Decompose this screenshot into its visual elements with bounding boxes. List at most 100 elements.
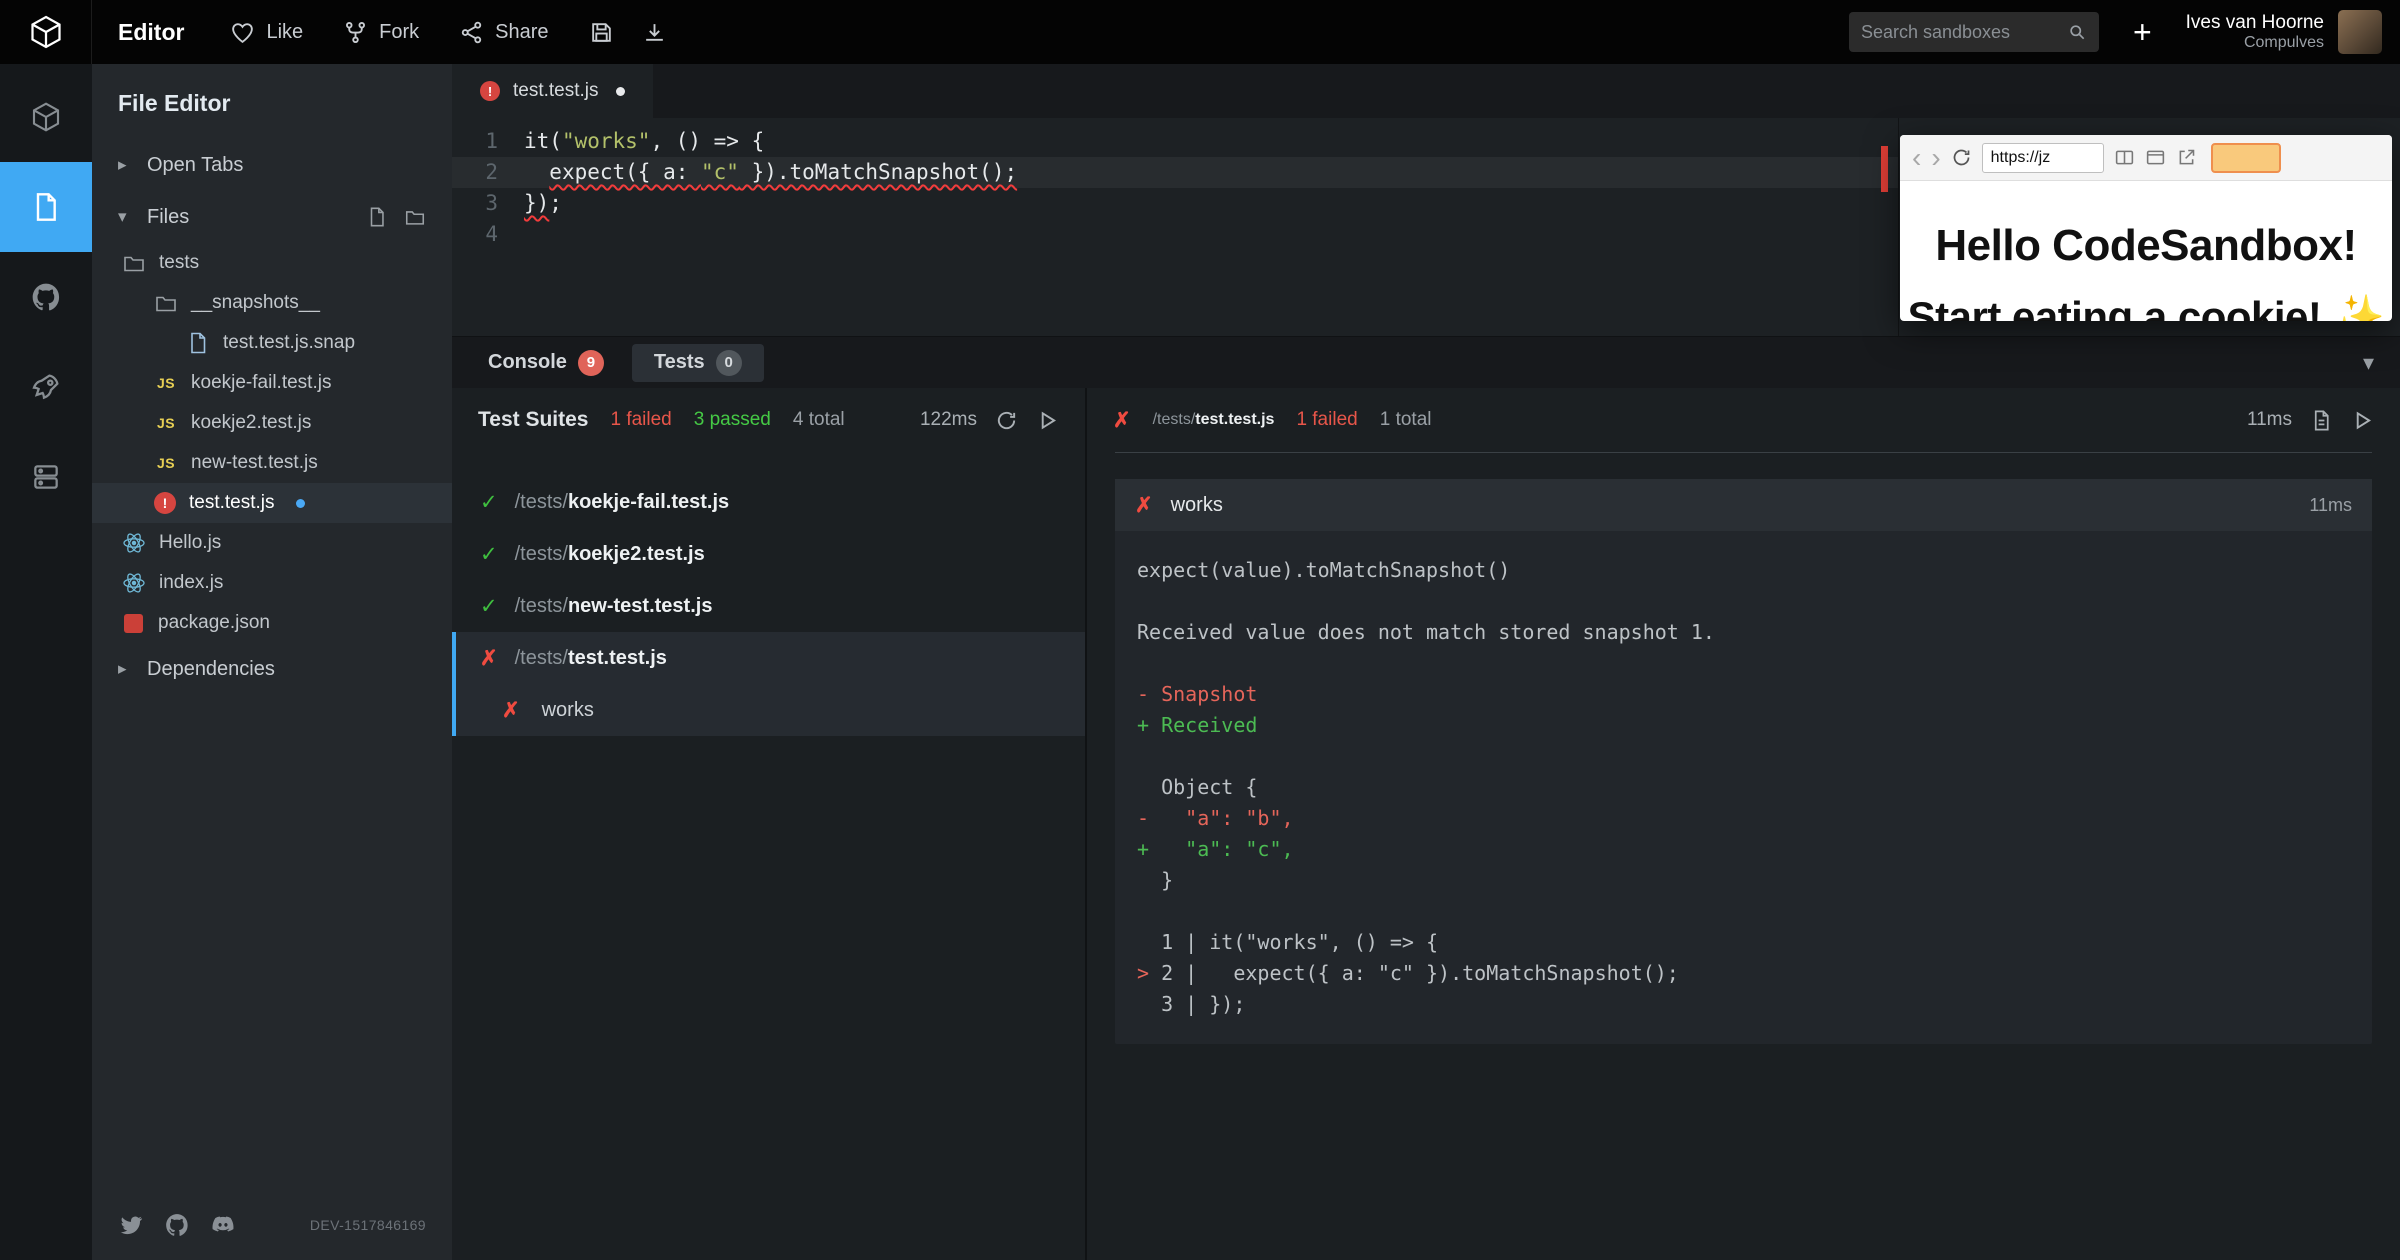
suite-row[interactable]: ✗ /tests/test.test.js (452, 632, 1085, 684)
floppy-icon (589, 20, 614, 45)
code-line: 3}); (452, 188, 1898, 219)
file-tree-item[interactable]: JS koekje2.test.js (92, 403, 452, 443)
suite-row[interactable]: ✓ /tests/koekje2.test.js (452, 528, 1085, 580)
discord-icon[interactable] (210, 1212, 236, 1238)
rail-file-editor-item[interactable] (0, 162, 92, 252)
output-token: > (1137, 961, 1150, 985)
test-name: works (541, 698, 594, 721)
folder-icon (154, 291, 178, 315)
github-icon[interactable] (164, 1212, 190, 1238)
like-label: Like (266, 20, 304, 43)
twitter-icon[interactable] (118, 1212, 144, 1238)
panel-tab-console[interactable]: Console 9 (466, 344, 626, 382)
file-tree-item[interactable]: tests (92, 243, 452, 283)
preview-subheading: Start eating a cookie! ✨ (1907, 293, 2385, 321)
suite-path: /tests/test.test.js (515, 647, 667, 670)
suite-list: ✓ /tests/koekje-fail.test.js ✓ /tests/koekj… (452, 452, 1085, 736)
collapse-panel-icon[interactable]: ▾ (2363, 350, 2374, 376)
back-icon[interactable]: ‹ (1912, 143, 1921, 172)
new-folder-icon[interactable] (404, 206, 426, 228)
output-line: + Received (1137, 710, 2350, 741)
file-tree-item[interactable]: Hello.js (92, 523, 452, 563)
file-tree-item[interactable]: JS koekje-fail.test.js (92, 363, 452, 403)
user-menu[interactable]: Ives van Hoorne Compulves (2186, 12, 2324, 52)
open-file-icon[interactable] (2310, 409, 2333, 432)
file-tree-item[interactable]: __snapshots__ (92, 283, 452, 323)
heart-icon (230, 20, 255, 45)
run-tests-icon[interactable] (1036, 409, 1059, 432)
failed-test-header[interactable]: ✗ works 11ms (1115, 479, 2372, 531)
like-button[interactable]: Like (230, 20, 303, 45)
error-ruler-mark (1881, 146, 1888, 192)
browser-navbar: ‹ › (1900, 135, 2392, 181)
panel-tab-tests[interactable]: Tests 0 (631, 343, 764, 382)
test-row[interactable]: ✗ works (452, 684, 1085, 736)
suite-path: /tests/koekje2.test.js (515, 543, 705, 566)
test-suites-pane: Test Suites 1 failed 3 passed 4 total 12… (452, 388, 1087, 1260)
run-suite-icon[interactable] (2351, 409, 2374, 432)
files-section[interactable]: ▾ Files (92, 191, 452, 243)
suite-path: /tests/new-test.test.js (515, 595, 713, 618)
panel-tab-badge: 0 (715, 349, 742, 376)
file-tree-item[interactable]: ! test.test.js (92, 483, 452, 523)
rail-github-item[interactable] (0, 252, 92, 342)
dependencies-section[interactable]: ▸ Dependencies (92, 643, 452, 695)
output-token: Object { (1137, 775, 1258, 799)
code-text: it("works", () => { (524, 126, 764, 157)
suite-row[interactable]: ✓ /tests/new-test.test.js (452, 580, 1085, 632)
test-name: works (1170, 493, 1223, 516)
file-tree-item[interactable]: index.js (92, 563, 452, 603)
share-button[interactable]: Share (459, 20, 549, 45)
tab-label: test.test.js (513, 80, 599, 101)
new-file-icon[interactable] (366, 206, 388, 228)
suite-dir: /tests/ (514, 490, 568, 513)
test-suites-header: Test Suites 1 failed 3 passed 4 total 12… (452, 388, 1085, 452)
line-number: 4 (485, 222, 498, 246)
suite-row[interactable]: ✓ /tests/koekje-fail.test.js (452, 476, 1085, 528)
code-text: expect({ a: "c" }).toMatchSnapshot(); (524, 157, 1017, 188)
forward-icon[interactable]: › (1931, 143, 1940, 172)
code-token: , () => { (650, 129, 765, 153)
open-external-icon[interactable] (2176, 147, 2197, 168)
fork-button[interactable]: Fork (343, 20, 419, 45)
rail-sandbox-item[interactable] (0, 72, 92, 162)
open-tabs-section[interactable]: ▸ Open Tabs (92, 139, 452, 191)
suite-file: test.test.js (1195, 411, 1275, 428)
fork-icon (343, 20, 368, 45)
line-number: 2 (485, 160, 498, 184)
details-total-count: 1 total (1379, 409, 1432, 430)
code-token: "c" (701, 160, 739, 184)
server-icon (30, 461, 62, 493)
pass-icon: ✓ (480, 594, 498, 618)
codesandbox-logo[interactable] (0, 0, 92, 64)
code-line: 1 it("works", () => { (452, 126, 1898, 157)
refresh-tests-icon[interactable] (995, 409, 1018, 432)
sandbox-search[interactable] (1848, 12, 2099, 52)
preview-highlight-button[interactable] (2210, 142, 2281, 173)
output-token: - "a": "b", (1137, 806, 1294, 830)
output-line: 3 | }); (1137, 989, 2350, 1020)
file-tree-item[interactable]: test.test.js.snap (92, 323, 452, 363)
suite-path: /tests/test.test.js (1153, 411, 1275, 429)
responsive-mode-icon[interactable] (2145, 147, 2166, 168)
search-input[interactable] (1860, 21, 2067, 43)
rail-server-item[interactable] (0, 432, 92, 522)
output-line: 1 | it("works", () => { (1137, 927, 2350, 958)
avatar[interactable] (2338, 10, 2382, 54)
save-button[interactable] (589, 20, 614, 45)
code-editor[interactable]: 1 it("works", () => { 2 expect({ a: "c" })… (452, 118, 1898, 336)
url-bar[interactable] (1981, 142, 2104, 173)
file-tree-item[interactable]: JS new-test.test.js (92, 443, 452, 483)
refresh-icon[interactable] (1951, 147, 1972, 168)
file-name: index.js (159, 572, 224, 593)
split-view-icon[interactable] (2114, 147, 2135, 168)
js-file-icon: JS (156, 455, 176, 471)
rail-deploy-item[interactable] (0, 342, 92, 432)
new-sandbox-button[interactable]: + (2133, 16, 2152, 48)
unsaved-dot[interactable] (615, 86, 625, 96)
file-icon (30, 191, 62, 223)
editor-tab[interactable]: ! test.test.js (452, 64, 653, 118)
file-tree-item[interactable]: package.json (92, 603, 452, 643)
export-button[interactable] (642, 20, 667, 45)
